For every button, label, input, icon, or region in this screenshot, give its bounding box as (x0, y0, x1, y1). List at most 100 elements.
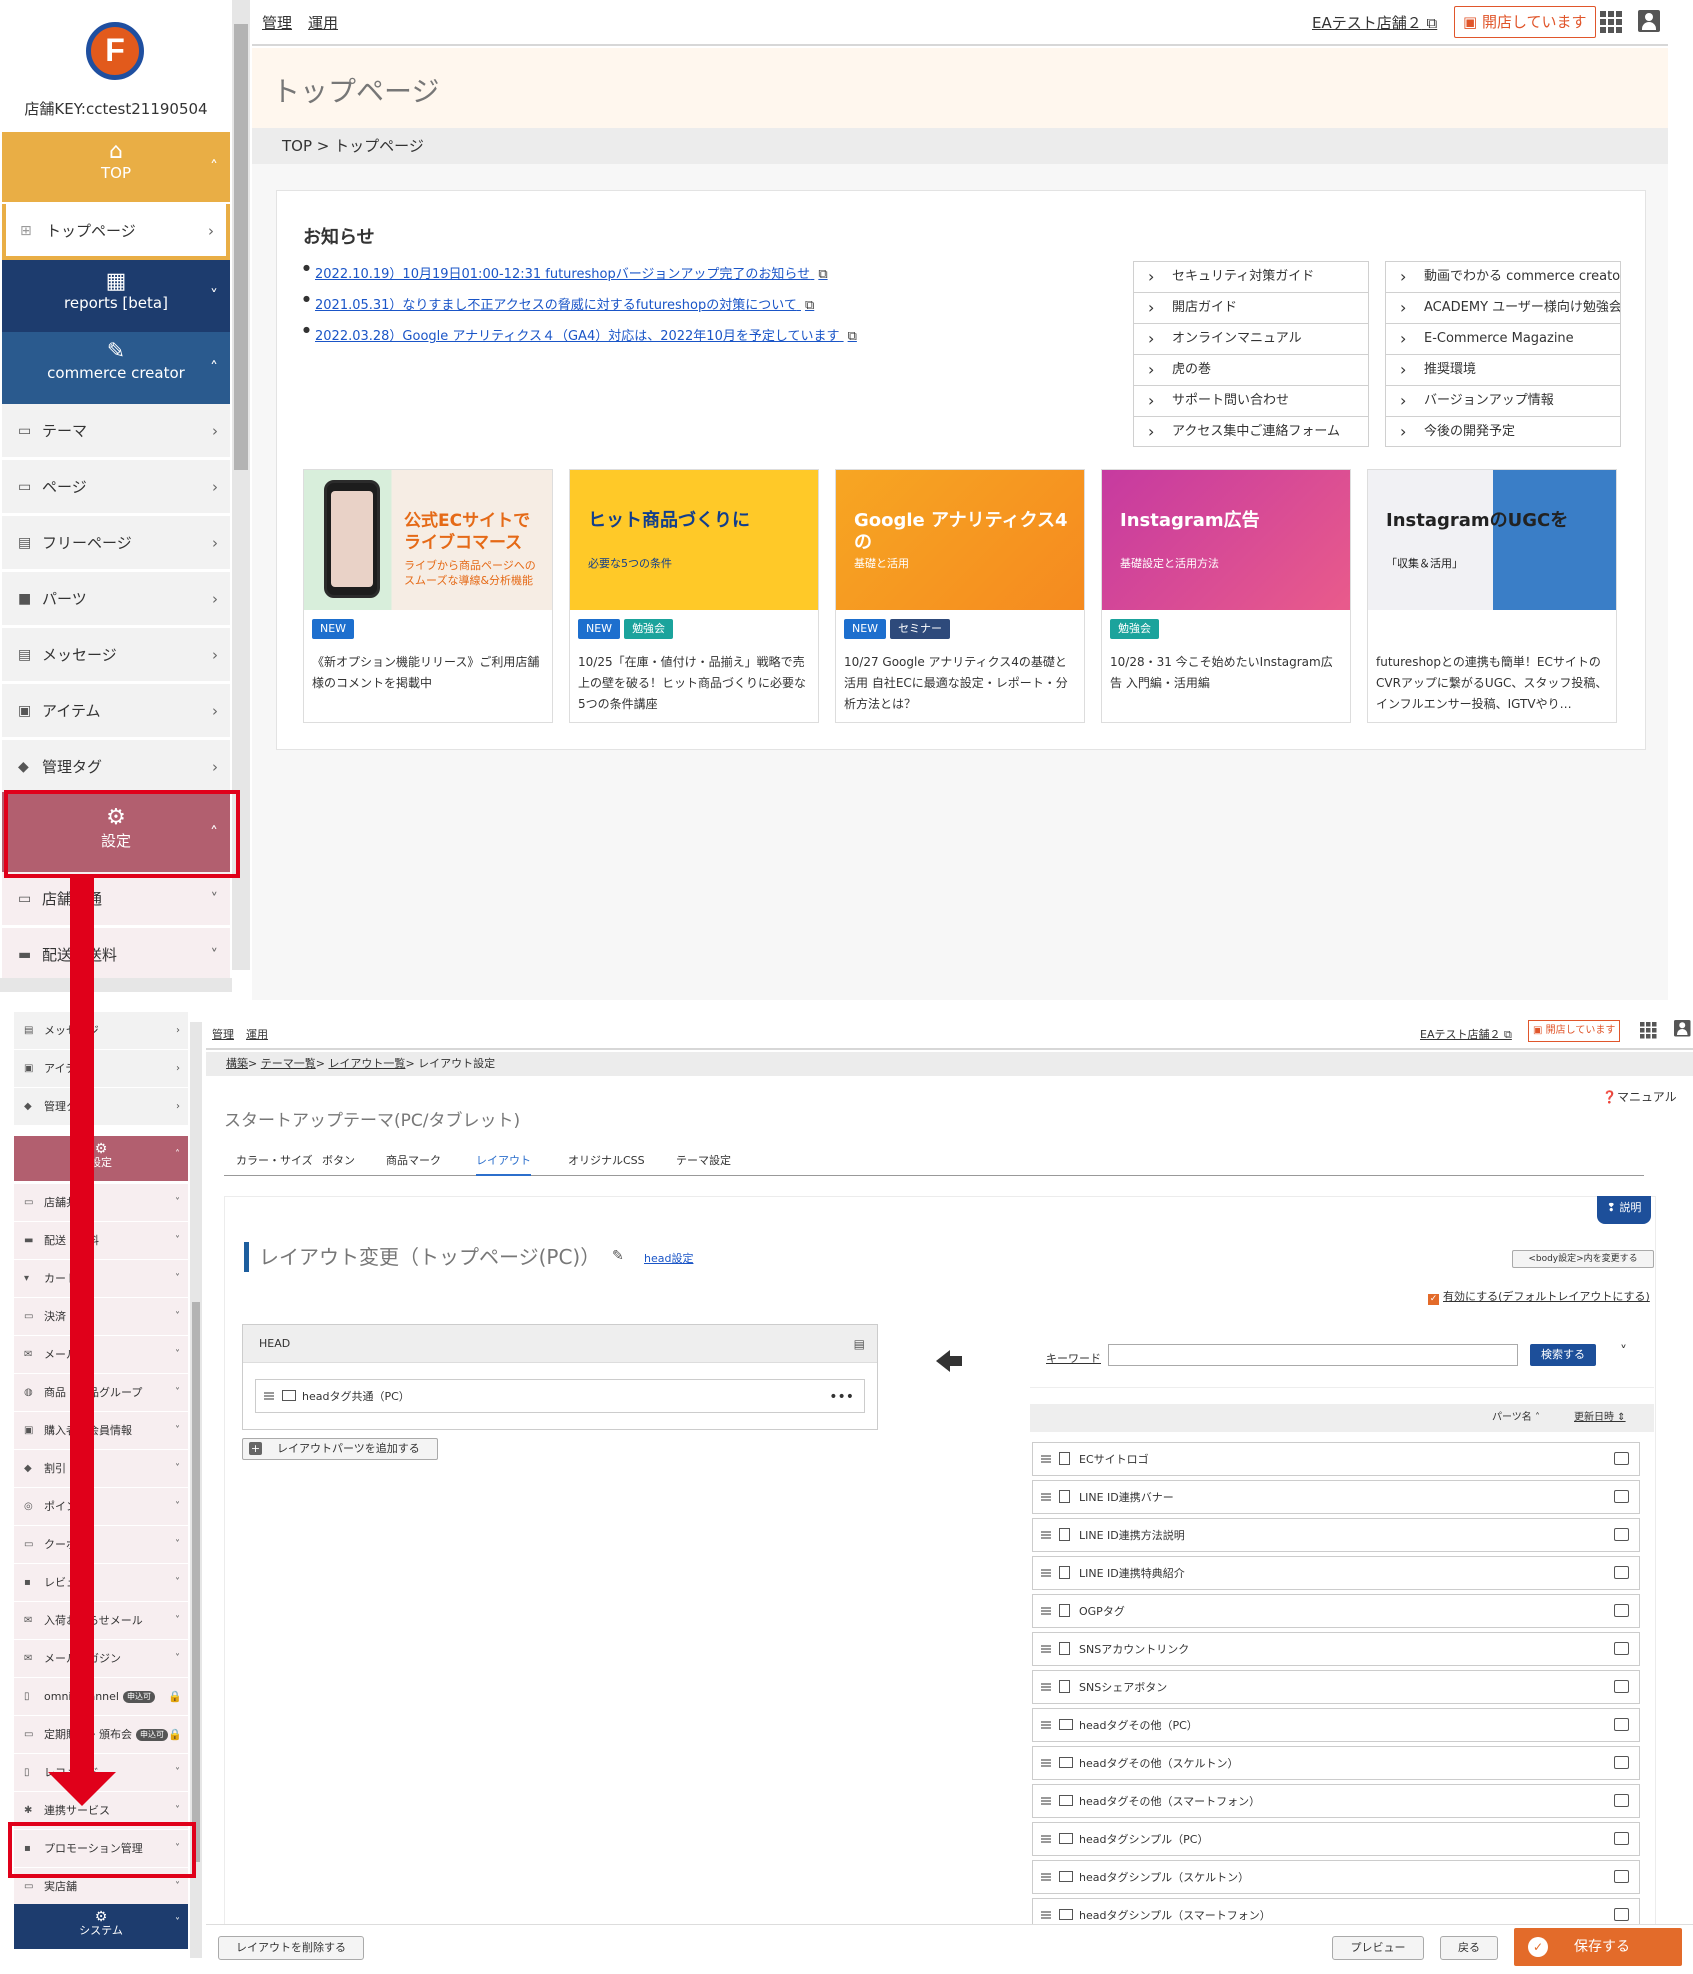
user-icon[interactable] (1674, 1020, 1691, 1037)
tab-2[interactable]: 商品マーク (386, 1152, 441, 1168)
preview-icon[interactable] (1614, 1604, 1629, 1617)
quick-link[interactable]: 今後の開発予定 (1385, 416, 1621, 447)
nav-item[interactable]: ▤メッセージ› (2, 628, 230, 682)
part-row[interactable]: SNSアカウントリンク (1032, 1632, 1640, 1666)
preview-icon[interactable] (1614, 1528, 1629, 1541)
banner-card[interactable]: ヒット商品づくりに 必要な5つの条件 NEW 勉強会 10/25「在庫・値付け・品揃え」… (569, 469, 819, 723)
nav-item[interactable]: ▤ フリーページ › (2, 516, 230, 570)
nav-shipping[interactable]: ▬ 配送・送料 ˅ (2, 928, 230, 982)
nav-item[interactable]: ▣購入者・会員情報˅ (14, 1412, 188, 1450)
banner-card[interactable]: Google アナリティクス4の 基礎と活用 NEW セミナー 10/27 Google… (835, 469, 1085, 723)
nav-item[interactable]: ▯omni-channel申込可🔒 (14, 1678, 188, 1716)
drag-handle-icon[interactable] (1041, 1721, 1051, 1729)
part-row[interactable]: LINE ID連携バナー (1032, 1480, 1640, 1514)
nav-settings[interactable]: ⚙ 設定 ˄ (14, 1136, 188, 1182)
drag-handle-icon[interactable] (1041, 1493, 1051, 1501)
preview-icon[interactable] (1614, 1642, 1629, 1655)
shop-name-link[interactable]: EAテスト店舗２ ⧉ (1420, 1026, 1512, 1042)
banner-card[interactable]: Instagram広告 基礎設定と活用方法 勉強会 10/28・31 今こそ始めたいI… (1101, 469, 1351, 723)
tab-4[interactable]: オリジナルCSS (568, 1152, 645, 1168)
menu-unyou[interactable]: 運用 (308, 12, 338, 33)
quick-link[interactable]: 動画でわかる commerce creator (1385, 261, 1621, 292)
drag-handle-icon[interactable] (1041, 1759, 1051, 1767)
menu-unyou[interactable]: 運用 (246, 1026, 268, 1042)
sort-by-date[interactable]: 更新日時 ⇕ (1574, 1404, 1626, 1432)
nav-item[interactable]: ▭ ページ › (2, 460, 230, 514)
open-status-button[interactable]: ▣ 開店しています (1528, 1020, 1621, 1042)
back-button[interactable]: 戻る (1440, 1936, 1498, 1960)
nav-item[interactable]: ■ パーツ › (2, 572, 230, 626)
pencil-icon[interactable]: ✎ (612, 1248, 624, 1264)
part-row[interactable]: LINE ID連携特典紹介 (1032, 1556, 1640, 1590)
enable-default-checkbox[interactable]: ✓ 有効にする(デフォルトレイアウトにする) (1428, 1288, 1650, 1305)
body-setting-button[interactable]: <body設定>内を変更する (1512, 1250, 1654, 1268)
quick-link[interactable]: 虎の巻 (1133, 354, 1369, 385)
part-row[interactable]: headタグシンプル（PC） (1032, 1822, 1640, 1856)
quick-link[interactable]: 開店ガイド (1133, 292, 1369, 323)
part-row[interactable]: headタグシンプル（スケルトン） (1032, 1860, 1640, 1894)
tab-3[interactable]: レイアウト (476, 1152, 531, 1176)
nav-item[interactable]: ◆ 割引 ˅ (14, 1450, 188, 1488)
nav-item[interactable]: ▭ 店舗共通 ˅ (14, 1184, 188, 1222)
nav-store-common[interactable]: ▭ 店舗共通 ˅ (2, 872, 230, 926)
head-setting-link[interactable]: head設定 (644, 1250, 693, 1266)
quick-link[interactable]: オンラインマニュアル (1133, 323, 1369, 354)
nav-item[interactable]: ◎ ポイント ˅ (14, 1488, 188, 1526)
nav-item[interactable]: ▭ クーポン ˅ (14, 1526, 188, 1564)
drag-handle-icon[interactable] (1041, 1683, 1051, 1691)
drag-handle-icon[interactable] (1041, 1531, 1051, 1539)
grid-menu-icon[interactable] (1600, 11, 1622, 33)
preview-icon[interactable] (1614, 1756, 1629, 1769)
sort-by-name[interactable]: パーツ名 ˄ (1492, 1404, 1540, 1432)
preview-icon[interactable] (1614, 1452, 1629, 1465)
search-button[interactable]: 検索する (1530, 1344, 1596, 1366)
banner-card[interactable]: InstagramのUGCを 「収集＆活用」 futureshopとの連携も簡単！E… (1367, 469, 1617, 723)
drag-handle-icon[interactable] (1041, 1645, 1051, 1653)
keyword-input[interactable] (1108, 1344, 1518, 1366)
tab-0[interactable]: カラー・サイズ (236, 1152, 313, 1168)
news-item[interactable]: 2021.05.31）なりすまし不正アクセスの脅威に対するfutureshopの… (303, 294, 814, 313)
part-row[interactable]: OGPタグ (1032, 1594, 1640, 1628)
drag-handle-icon[interactable] (264, 1392, 274, 1400)
part-row[interactable]: headタグその他（スケルトン） (1032, 1746, 1640, 1780)
nav-item[interactable]: ▤メッセージ› (14, 1012, 188, 1050)
drag-handle-icon[interactable] (1041, 1797, 1051, 1805)
list-icon[interactable]: ▤ (854, 1325, 865, 1363)
menu-kanri[interactable]: 管理 (262, 12, 292, 33)
grid-menu-icon[interactable] (1640, 1022, 1657, 1039)
nav-commerce-creator[interactable]: ✎ commerce creator ˄ (2, 332, 230, 404)
part-row[interactable]: headタグその他（スマートフォン） (1032, 1784, 1640, 1818)
nav-item[interactable]: ◆ 管理タグ › (14, 1088, 188, 1126)
delete-layout-button[interactable]: レイアウトを削除する (218, 1936, 364, 1960)
nav-item[interactable]: ▪ レビュー ˅ (14, 1564, 188, 1602)
drag-handle-icon[interactable] (1041, 1569, 1051, 1577)
crumb-layout-list[interactable]: レイアウト一覧 (328, 1057, 405, 1070)
quick-link[interactable]: E-Commerce Magazine (1385, 323, 1621, 354)
news-item[interactable]: 2022.10.19）10月19日01:00-12:31 futureshopバ… (303, 263, 828, 282)
drag-handle-icon[interactable] (1041, 1835, 1051, 1843)
nav-item[interactable]: ▬配送・送料˅ (14, 1222, 188, 1260)
nav-item[interactable]: ✉メールマガジン˅ (14, 1640, 188, 1678)
preview-icon[interactable] (1614, 1718, 1629, 1731)
nav-reports[interactable]: ▦ reports [beta] ˅ (2, 260, 230, 332)
shop-name-link[interactable]: EAテスト店舗２ ⧉ (1312, 12, 1437, 33)
futureshop-logo[interactable]: F (86, 22, 144, 80)
open-status-button[interactable]: ▣ 開店しています (1454, 6, 1596, 38)
nav-system[interactable]: ⚙ システム ˅ (14, 1904, 188, 1950)
nav-item[interactable]: ◍商品・商品グループ˅ (14, 1374, 188, 1412)
drag-handle-icon[interactable] (1041, 1455, 1051, 1463)
nav-item[interactable]: ◆ 管理タグ › (2, 740, 230, 794)
chevron-down-icon[interactable]: ˅ (1620, 1344, 1627, 1360)
quick-link[interactable]: サポート問い合わせ (1133, 385, 1369, 416)
more-icon[interactable]: ••• (829, 1380, 854, 1414)
crumb-theme-list[interactable]: テーマ一覧 (261, 1057, 316, 1070)
preview-icon[interactable] (1614, 1870, 1629, 1883)
nav-item[interactable]: ✉入荷お知らせメール˅ (14, 1602, 188, 1640)
nav-top-page[interactable]: ⊞ トップページ › (2, 204, 230, 260)
part-row[interactable]: ECサイトロゴ (1032, 1442, 1640, 1476)
part-row[interactable]: headタグその他（PC） (1032, 1708, 1640, 1742)
preview-icon[interactable] (1614, 1680, 1629, 1693)
nav-item[interactable]: ▭ 決済 ˅ (14, 1298, 188, 1336)
add-layout-part-button[interactable]: レイアウトパーツを追加する (242, 1438, 438, 1460)
nav-item[interactable]: ✉ メール ˅ (14, 1336, 188, 1374)
